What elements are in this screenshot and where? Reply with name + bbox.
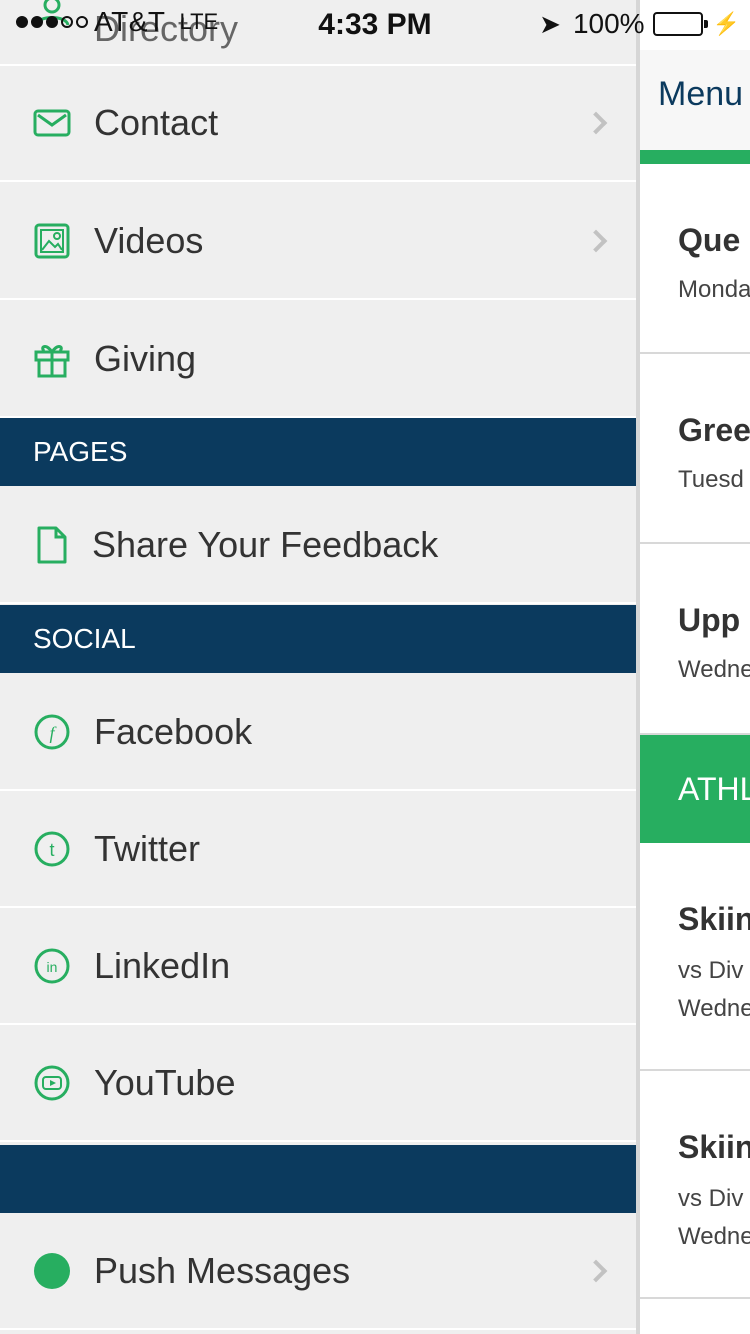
mail-icon [32, 103, 72, 143]
menu-item-label: YouTube [94, 1062, 236, 1103]
event-card[interactable]: Upp Wedne [640, 544, 750, 735]
facebook-icon: f [32, 712, 72, 752]
event-date: Monda [678, 276, 750, 303]
event-title: Upp [678, 602, 741, 638]
svg-text:t: t [49, 840, 54, 860]
side-menu-drawer: Directory Contact Videos Giving PAGES Sh… [0, 0, 636, 1334]
menu-item-share-feedback[interactable]: Share Your Feedback [0, 488, 636, 604]
section-band-athletics: ATHL [640, 735, 750, 843]
svg-text:in: in [47, 959, 58, 975]
twitter-icon: t [32, 829, 72, 869]
menu-item-label: LinkedIn [94, 945, 231, 986]
chevron-right-icon [584, 229, 608, 253]
menu-item-label: Push Messages [94, 1250, 351, 1291]
document-icon [32, 525, 72, 565]
event-date: Wedne [678, 656, 750, 683]
menu-item-label: Contact [94, 102, 219, 143]
menu-item-facebook[interactable]: f Facebook [0, 675, 636, 791]
menu-item-label: Share Your Feedback [92, 524, 439, 565]
event-opponent: vs Div [678, 1185, 744, 1212]
event-card[interactable]: Skiin vs Div Wedne [640, 1071, 750, 1299]
event-card[interactable]: Que Monda [640, 164, 750, 354]
charging-bolt-icon: ⚡ [712, 11, 740, 36]
menu-item-label: Videos [94, 220, 204, 261]
event-date: Tuesd [678, 466, 744, 493]
image-icon [32, 221, 72, 261]
svg-text:f: f [49, 723, 57, 743]
event-opponent: vs Div [678, 957, 744, 984]
battery-status: ➤ 100% ⚡ [539, 8, 740, 40]
battery-icon [652, 12, 708, 36]
event-date: Wedne [678, 1223, 750, 1250]
event-title: Gree [678, 412, 750, 448]
chevron-right-icon [584, 111, 608, 135]
event-card[interactable]: Skiin vs Div Wedne [640, 843, 750, 1071]
event-title: Skiin [678, 901, 750, 937]
menu-item-push-messages[interactable]: Push Messages [0, 1214, 636, 1330]
status-bar: AT&T LTE 4:33 PM ➤ 100% ⚡ [0, 0, 750, 50]
linkedin-icon: in [32, 946, 72, 986]
event-date: Wedne [678, 995, 750, 1022]
menu-item-videos[interactable]: Videos [0, 184, 636, 300]
menu-item-label: Facebook [94, 711, 253, 752]
status-dot-icon [32, 1251, 72, 1291]
youtube-icon [32, 1063, 72, 1103]
section-header-empty [0, 1145, 636, 1213]
section-header-pages: PAGES [0, 418, 636, 486]
menu-item-twitter[interactable]: t Twitter [0, 792, 636, 908]
section-header-social: SOCIAL [0, 605, 636, 673]
gift-icon [32, 339, 72, 379]
section-band-label: ATHL [678, 771, 750, 807]
menu-item-youtube[interactable]: YouTube [0, 1026, 636, 1142]
battery-percent: 100% [572, 8, 645, 39]
chevron-right-icon [584, 1259, 608, 1283]
accent-bar [640, 150, 750, 164]
content-panel[interactable]: Menu Que Monda Gree Tuesd Upp Wedne ATHL… [636, 0, 750, 1334]
menu-item-label: Giving [94, 338, 197, 379]
menu-item-giving[interactable]: Giving [0, 302, 636, 418]
event-title: Skiin [678, 1129, 750, 1165]
location-arrow-icon: ➤ [539, 8, 561, 39]
event-title: Que [678, 222, 741, 258]
event-card[interactable]: Gree Tuesd [640, 354, 750, 544]
menu-item-linkedin[interactable]: in LinkedIn [0, 909, 636, 1025]
menu-item-contact[interactable]: Contact [0, 66, 636, 182]
panel-nav-bar: Menu [640, 50, 750, 150]
menu-button[interactable]: Menu [658, 75, 743, 114]
menu-item-label: Twitter [94, 828, 201, 869]
